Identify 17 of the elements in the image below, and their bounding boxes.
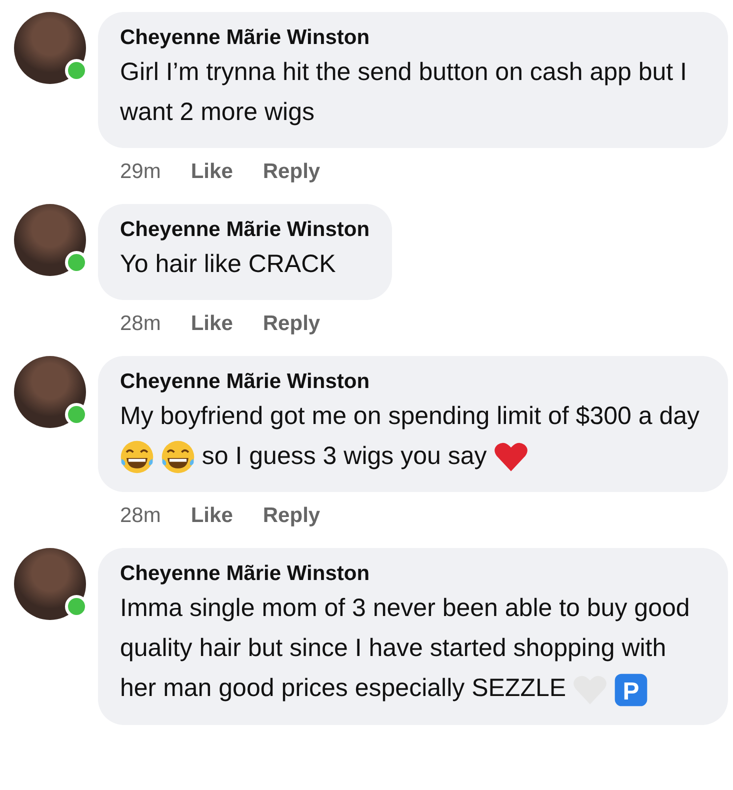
comment-action-link[interactable]: Reply: [262, 504, 320, 528]
author-name[interactable]: Cheyenne Mãrie Winston: [120, 26, 706, 50]
comment-text: Girl I’m trynna hit the send button on cash app but I want 2 more wigs: [120, 57, 688, 128]
comment-time: 29m: [120, 160, 161, 184]
author-name[interactable]: Cheyenne Mãrie Winston: [120, 562, 706, 586]
comment-text: Imma single mom of 3 never been able to buy good quality hair but since I have started shopping with her man good prices especially SEZZLE P: [120, 588, 706, 709]
author-name[interactable]: Cheyenne Mãrie Winston: [120, 370, 706, 394]
comment-time: 28m: [120, 504, 161, 528]
comment-time: 28m: [120, 312, 161, 336]
comment-text: My boyfriend got me on spending limit of $300 a day so I guess 3 wigs you say: [120, 396, 706, 476]
comment-action-link[interactable]: Reply: [262, 312, 320, 336]
comment-text: Yo hair like CRACK: [120, 249, 337, 280]
comment-action-link[interactable]: Reply: [262, 160, 320, 184]
comment-action-link[interactable]: Like: [190, 312, 233, 336]
comment-action-link[interactable]: Like: [190, 504, 233, 528]
comment-action-link[interactable]: Like: [190, 160, 233, 184]
author-name[interactable]: Cheyenne Mãrie Winston: [120, 218, 370, 242]
